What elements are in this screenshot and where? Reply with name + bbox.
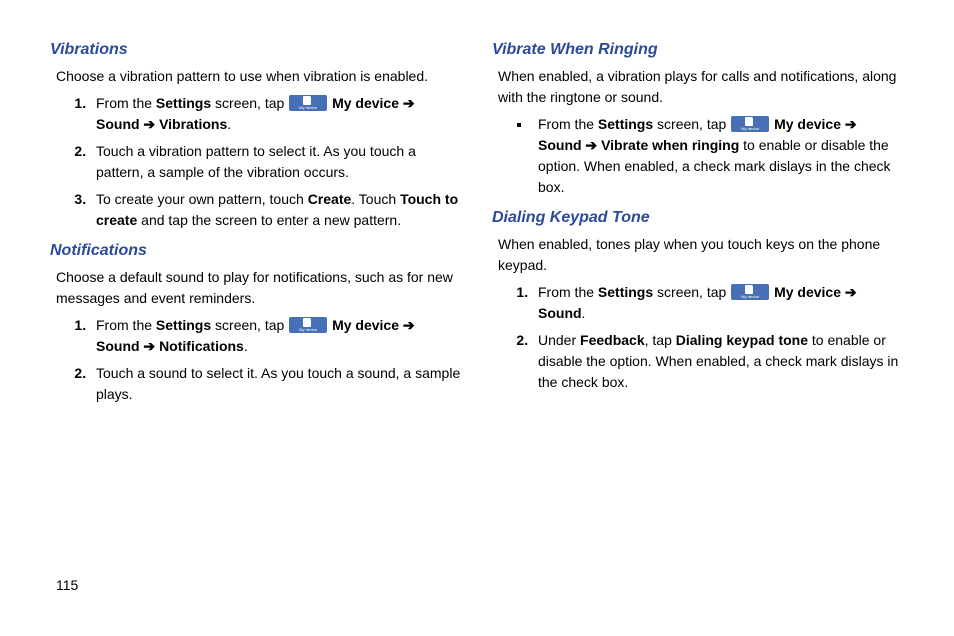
bold: Sound [96,116,140,132]
intro-dialing-keypad: When enabled, tones play when you touch … [498,234,904,276]
step-1: From the Settings screen, tap My device … [90,315,462,357]
text: screen, tap [211,317,288,333]
arrow-icon: ➔ [140,338,160,354]
bold: Sound [538,137,582,153]
text: From the [538,284,598,300]
bold: My device [774,284,841,300]
bold: Vibrations [159,116,227,132]
arrow-icon: ➔ [399,95,415,111]
my-device-icon: My device [731,284,769,300]
heading-vibrations: Vibrations [50,38,462,62]
heading-vibrate-ringing: Vibrate When Ringing [492,38,904,62]
bold: Dialing keypad tone [676,332,808,348]
arrow-icon: ➔ [841,116,857,132]
text: Under [538,332,580,348]
bold: Create [308,191,352,207]
arrow-icon: ➔ [841,284,857,300]
step-2: Under Feedback, tap Dialing keypad tone … [532,330,904,393]
intro-notifications: Choose a default sound to play for notif… [56,267,462,309]
bold: My device [332,317,399,333]
steps-dialing-keypad: From the Settings screen, tap My device … [492,282,904,393]
text: , tap [645,332,676,348]
bold: Vibrate when ringing [601,137,739,153]
text: . Touch [351,191,400,207]
text: . [244,338,248,354]
text: and tap the screen to enter a new patter… [137,212,401,228]
step-2: Touch a vibration pattern to select it. … [90,141,462,183]
arrow-icon: ➔ [140,116,160,132]
intro-vibrate-ringing: When enabled, a vibration plays for call… [498,66,904,108]
text: To create your own pattern, touch [96,191,308,207]
heading-notifications: Notifications [50,239,462,263]
my-device-icon: My device [289,95,327,111]
bold: Feedback [580,332,645,348]
bold: My device [774,116,841,132]
bold: Sound [538,305,582,321]
my-device-icon: My device [731,116,769,132]
page-number: 115 [56,575,78,596]
arrow-icon: ➔ [582,137,602,153]
text: screen, tap [211,95,288,111]
arrow-icon: ➔ [399,317,415,333]
bold: Settings [598,116,653,132]
step-2: Touch a sound to select it. As you touch… [90,363,462,405]
bold: Settings [156,95,211,111]
bold: Settings [598,284,653,300]
heading-dialing-keypad: Dialing Keypad Tone [492,206,904,230]
steps-vibrations: From the Settings screen, tap My device … [50,93,462,231]
step-1: From the Settings screen, tap My device … [532,282,904,324]
text: From the [96,317,156,333]
steps-notifications: From the Settings screen, tap My device … [50,315,462,405]
step-1: From the Settings screen, tap My device … [90,93,462,135]
text: . [227,116,231,132]
left-column: Vibrations Choose a vibration pattern to… [50,30,462,411]
my-device-icon: My device [289,317,327,333]
text: screen, tap [653,284,730,300]
bold: My device [332,95,399,111]
right-column: Vibrate When Ringing When enabled, a vib… [492,30,904,411]
intro-vibrations: Choose a vibration pattern to use when v… [56,66,462,87]
step-3: To create your own pattern, touch Create… [90,189,462,231]
text: From the [96,95,156,111]
text: screen, tap [653,116,730,132]
bold: Notifications [159,338,244,354]
bullets-vibrate-ringing: From the Settings screen, tap My device … [492,114,904,198]
text: From the [538,116,598,132]
bullet-1: From the Settings screen, tap My device … [532,114,904,198]
bold: Settings [156,317,211,333]
bold: Sound [96,338,140,354]
page-columns: Vibrations Choose a vibration pattern to… [50,30,904,411]
text: . [582,305,586,321]
